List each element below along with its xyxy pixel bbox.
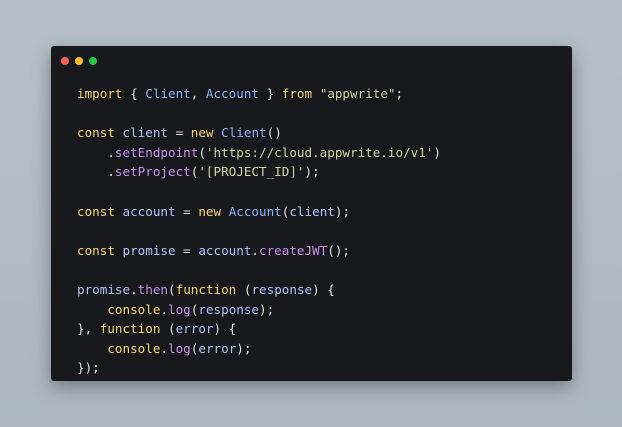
maximize-dot[interactable]: [89, 57, 97, 65]
code-line-1: import { Client, Account } from "appwrit…: [77, 86, 404, 101]
code-block: import { Client, Account } from "appwrit…: [77, 84, 441, 378]
code-line-7: const account = new Account(client);: [77, 203, 351, 219]
code-line-14: console.log(error);: [107, 340, 252, 356]
code-line-11: promise.then(function (response) {: [77, 281, 335, 297]
code-line-5: .setProject('[PROJECT_ID]');: [77, 164, 320, 180]
code-line-12: console.log(response);: [107, 301, 275, 317]
close-dot[interactable]: [61, 57, 69, 65]
code-line-15: });: [77, 360, 100, 376]
code-line-9: const promise = account.createJWT();: [77, 242, 351, 258]
code-line-3: const client = new Client(): [77, 125, 282, 141]
minimize-dot[interactable]: [75, 57, 83, 65]
code-line-13: }, function (error) {: [77, 321, 237, 337]
code-line-4: .setEndpoint('https://cloud.appwrite.io/…: [77, 144, 441, 160]
code-window: import { Client, Account } from "appwrit…: [51, 46, 572, 381]
window-controls: [61, 57, 97, 65]
